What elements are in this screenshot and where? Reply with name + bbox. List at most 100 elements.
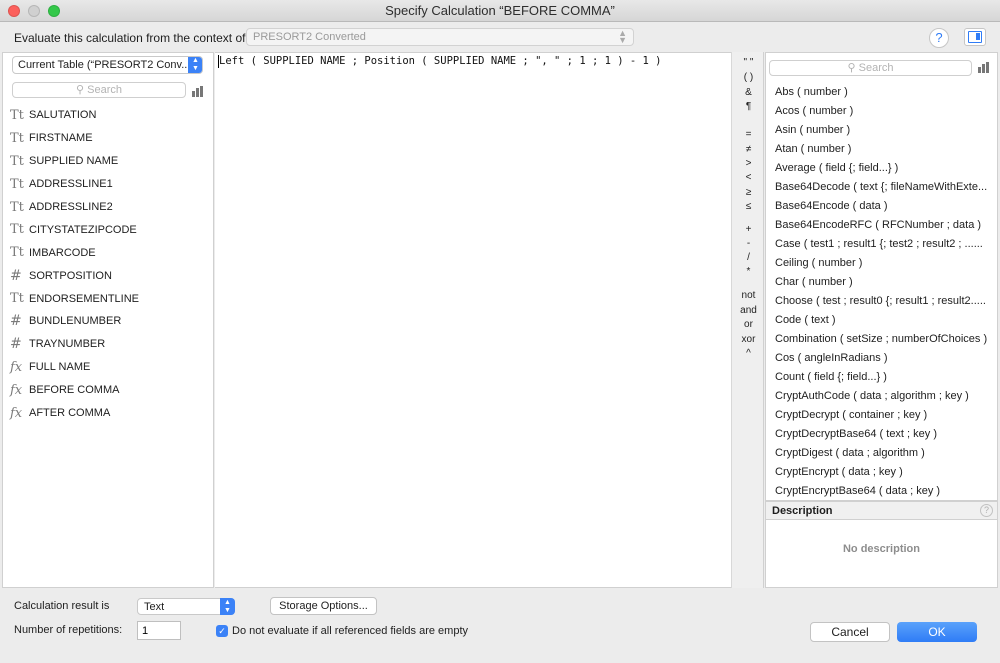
description-help-icon[interactable]: ? — [980, 504, 993, 517]
fields-list: Tt SALUTATION Tt FIRSTNAME Tt SUPPLIED NAME Tt… — [10, 104, 210, 424]
function-item[interactable]: CryptEncryptBase64 ( data ; key ) — [775, 482, 997, 501]
field-name: SUPPLIED NAME — [29, 155, 119, 168]
field-item[interactable]: Tt CITYSTATEZIPCODE — [10, 218, 210, 241]
text-field-icon: Tt — [10, 130, 24, 146]
operator-button[interactable]: " " — [732, 57, 765, 68]
sort-bars-icon[interactable] — [978, 62, 990, 73]
field-name: CITYSTATEZIPCODE — [29, 223, 137, 236]
field-item[interactable]: Tt ADDRESSLINE1 — [10, 173, 210, 196]
field-item[interactable]: # BUNDLENUMBER — [10, 310, 210, 333]
operator-button[interactable]: & — [732, 87, 765, 98]
chevron-updown-icon: ▲ ▼ — [618, 28, 627, 45]
toggle-panel-button[interactable] — [964, 28, 986, 46]
result-type-value: Text — [144, 601, 165, 613]
operator-button[interactable]: / — [732, 252, 765, 263]
operator-button[interactable]: or — [732, 319, 765, 330]
cancel-button[interactable]: Cancel — [810, 622, 890, 642]
function-item[interactable]: Code ( text ) — [775, 311, 997, 330]
function-item[interactable]: Abs ( number ) — [775, 83, 997, 102]
do-not-evaluate-label[interactable]: Do not evaluate if all referenced fields… — [232, 625, 468, 637]
search-icon: ⚲ — [847, 62, 856, 74]
fields-search-input[interactable]: ⚲ Search — [12, 82, 186, 98]
operator-button[interactable]: ¶ — [732, 101, 765, 112]
table-select[interactable]: Current Table (“PRESORT2 Conv... ▲ ▼ — [12, 56, 203, 74]
function-item[interactable]: CryptDecryptBase64 ( text ; key ) — [775, 425, 997, 444]
search-icon: ⚲ — [76, 84, 85, 96]
operator-button[interactable]: ( ) — [732, 72, 765, 83]
function-item[interactable]: CryptEncrypt ( data ; key ) — [775, 463, 997, 482]
function-item[interactable]: Choose ( test ; result0 {; result1 ; res… — [775, 292, 997, 311]
field-name: BEFORE COMMA — [29, 384, 120, 397]
function-item[interactable]: Combination ( setSize ; numberOfChoices … — [775, 330, 997, 349]
field-name: FIRSTNAME — [29, 132, 93, 145]
sort-bars-icon[interactable] — [192, 86, 204, 97]
function-item[interactable]: Base64EncodeRFC ( RFCNumber ; data ) — [775, 216, 997, 235]
operator-button[interactable]: - — [732, 238, 765, 249]
result-type-select[interactable]: Text ▲ ▼ — [137, 598, 235, 615]
operator-button[interactable]: and — [732, 305, 765, 316]
text-field-icon: Tt — [10, 153, 24, 169]
field-name: IMBARCODE — [29, 246, 96, 259]
function-item[interactable]: Cos ( angleInRadians ) — [775, 349, 997, 368]
function-item[interactable]: Acos ( number ) — [775, 102, 997, 121]
field-item[interactable]: # SORTPOSITION — [10, 264, 210, 287]
operator-button[interactable]: xor — [732, 334, 765, 345]
formula-text[interactable]: Left ( SUPPLIED NAME ; Position ( SUPPLI… — [219, 55, 662, 67]
context-label: Evaluate this calculation from the conte… — [14, 31, 249, 45]
function-item[interactable]: Count ( field {; field...} ) — [775, 368, 997, 387]
function-item[interactable]: Atan ( number ) — [775, 140, 997, 159]
field-item[interactable]: Tt ENDORSEMENTLINE — [10, 287, 210, 310]
field-item[interactable]: fx FULL NAME — [10, 356, 210, 379]
function-item[interactable]: Base64Encode ( data ) — [775, 197, 997, 216]
function-item[interactable]: CryptDigest ( data ; algorithm ) — [775, 444, 997, 463]
result-type-label: Calculation result is — [14, 600, 110, 612]
operator-button[interactable]: not — [732, 290, 765, 301]
field-item[interactable]: Tt IMBARCODE — [10, 241, 210, 264]
operator-button[interactable]: = — [732, 129, 765, 140]
help-button[interactable]: ? — [929, 28, 949, 48]
field-name: TRAYNUMBER — [29, 338, 106, 351]
operator-button[interactable]: < — [732, 172, 765, 183]
storage-options-button[interactable]: Storage Options... — [270, 597, 377, 615]
function-item[interactable]: Base64Decode ( text {; fileNameWithExte.… — [775, 178, 997, 197]
operator-button[interactable]: ≠ — [732, 144, 765, 155]
operator-button[interactable]: * — [732, 266, 765, 277]
number-field-icon: # — [10, 336, 22, 353]
field-item[interactable]: Tt ADDRESSLINE2 — [10, 196, 210, 219]
ok-button[interactable]: OK — [897, 622, 977, 642]
do-not-evaluate-checkbox[interactable]: ✓ — [216, 625, 228, 637]
sidebar-panel-icon — [968, 31, 982, 43]
function-item[interactable]: CryptDecrypt ( container ; key ) — [775, 406, 997, 425]
operator-button[interactable]: ≤ — [732, 201, 765, 212]
function-item[interactable]: Average ( field {; field...} ) — [775, 159, 997, 178]
field-item[interactable]: Tt SALUTATION — [10, 104, 210, 127]
description-title: Description — [772, 505, 833, 517]
fields-search-placeholder: Search — [87, 84, 122, 96]
operator-button[interactable]: > — [732, 158, 765, 169]
field-item[interactable]: # TRAYNUMBER — [10, 333, 210, 356]
calculation-field-icon: fx — [10, 405, 23, 421]
function-item[interactable]: CryptAuthCode ( data ; algorithm ; key ) — [775, 387, 997, 406]
field-item[interactable]: Tt FIRSTNAME — [10, 127, 210, 150]
operator-button[interactable]: + — [732, 224, 765, 235]
field-item[interactable]: Tt SUPPLIED NAME — [10, 150, 210, 173]
repetitions-label: Number of repetitions: — [14, 624, 123, 636]
field-item[interactable]: fx BEFORE COMMA — [10, 379, 210, 402]
window-title: Specify Calculation “BEFORE COMMA” — [385, 3, 615, 18]
formula-editor[interactable]: Left ( SUPPLIED NAME ; Position ( SUPPLI… — [215, 52, 731, 588]
field-name: ENDORSEMENTLINE — [29, 292, 140, 305]
context-select[interactable]: PRESORT2 Converted ▲ ▼ — [246, 28, 634, 46]
functions-search-input[interactable]: ⚲ Search — [769, 60, 972, 76]
functions-search-placeholder: Search — [858, 62, 894, 74]
operator-button[interactable]: ≥ — [732, 187, 765, 198]
field-item[interactable]: fx AFTER COMMA — [10, 402, 210, 425]
function-item[interactable]: Asin ( number ) — [775, 121, 997, 140]
field-name: ADDRESSLINE2 — [29, 201, 113, 213]
operators-column: " " ( ) & ¶ = ≠ > < ≥ ≤ + - / * not and or xor ^ — [731, 52, 764, 588]
repetitions-input[interactable] — [137, 621, 181, 640]
function-item[interactable]: Ceiling ( number ) — [775, 254, 997, 273]
function-item[interactable]: Case ( test1 ; result1 {; test2 ; result… — [775, 235, 997, 254]
operator-button[interactable]: ^ — [732, 348, 765, 359]
function-item[interactable]: Char ( number ) — [775, 273, 997, 292]
chevron-updown-icon: ▲ ▼ — [220, 598, 235, 615]
